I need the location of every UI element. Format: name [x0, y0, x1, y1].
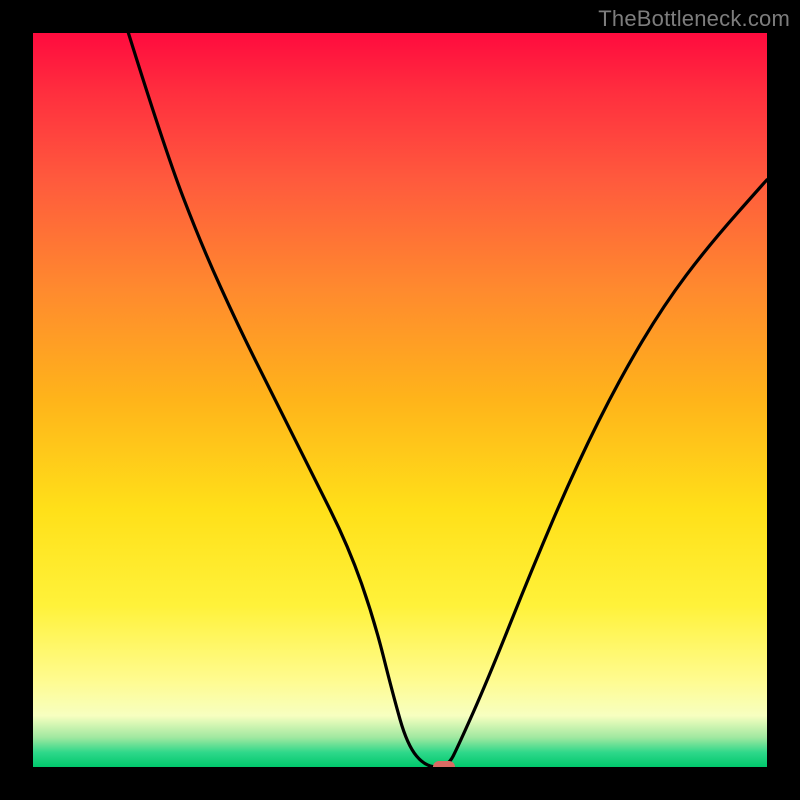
watermark-text: TheBottleneck.com	[598, 6, 790, 32]
optimal-point-marker	[433, 761, 455, 767]
chart-frame: TheBottleneck.com	[0, 0, 800, 800]
bottleneck-curve	[33, 33, 767, 767]
plot-area	[33, 33, 767, 767]
